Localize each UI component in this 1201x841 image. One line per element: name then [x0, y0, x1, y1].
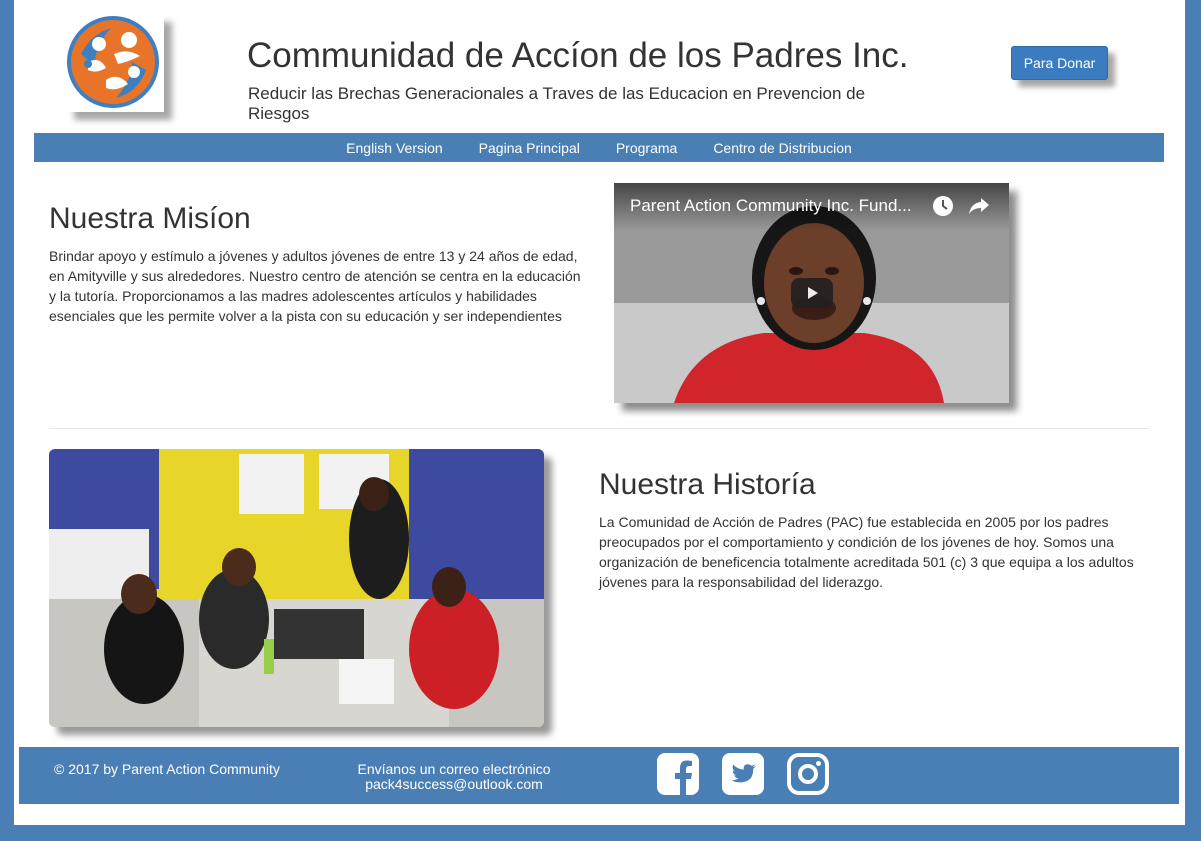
video-player[interactable]: Parent Action Community Inc. Fund... [614, 183, 1009, 403]
instagram-icon[interactable] [787, 753, 829, 795]
twitter-icon[interactable] [722, 753, 764, 795]
footer-copyright: © 2017 by Parent Action Community [54, 761, 280, 777]
nav-programa[interactable]: Programa [616, 140, 677, 156]
mission-title: Nuestra Misíon [49, 202, 251, 235]
main-nav: English Version Pagina Principal Program… [34, 133, 1164, 162]
footer: © 2017 by Parent Action Community Envían… [19, 747, 1179, 804]
nav-english-version[interactable]: English Version [346, 140, 443, 156]
site-title: Communidad de Accíon de los Padres Inc. [247, 36, 909, 75]
section-divider [49, 428, 1149, 429]
history-text: La Comunidad de Acción de Padres (PAC) f… [599, 514, 1134, 590]
footer-email-link[interactable]: pack4success@outlook.com [354, 776, 554, 792]
play-icon[interactable] [791, 278, 833, 308]
page-container: Communidad de Accíon de los Padres Inc. … [14, 0, 1185, 825]
mission-text: Brindar apoyo y estímulo a jóvenes y adu… [49, 248, 581, 324]
facebook-icon[interactable] [657, 753, 699, 795]
site-subtitle: Reducir las Brechas Generacionales a Tra… [248, 84, 866, 123]
watch-later-icon[interactable] [932, 195, 954, 217]
footer-email-label: Envíanos un correo electrónico [357, 761, 551, 777]
share-icon[interactable] [967, 195, 991, 217]
logo-icon [67, 16, 159, 108]
nav-pagina-principal[interactable]: Pagina Principal [479, 140, 580, 156]
history-title: Nuestra Historía [599, 468, 816, 501]
history-photo [49, 449, 544, 727]
nav-centro-distribucion[interactable]: Centro de Distribucion [713, 140, 852, 156]
video-title[interactable]: Parent Action Community Inc. Fund... [630, 196, 930, 216]
donate-button[interactable]: Para Donar [1011, 46, 1108, 80]
site-logo[interactable] [66, 14, 164, 112]
history-photo-image [49, 449, 544, 727]
